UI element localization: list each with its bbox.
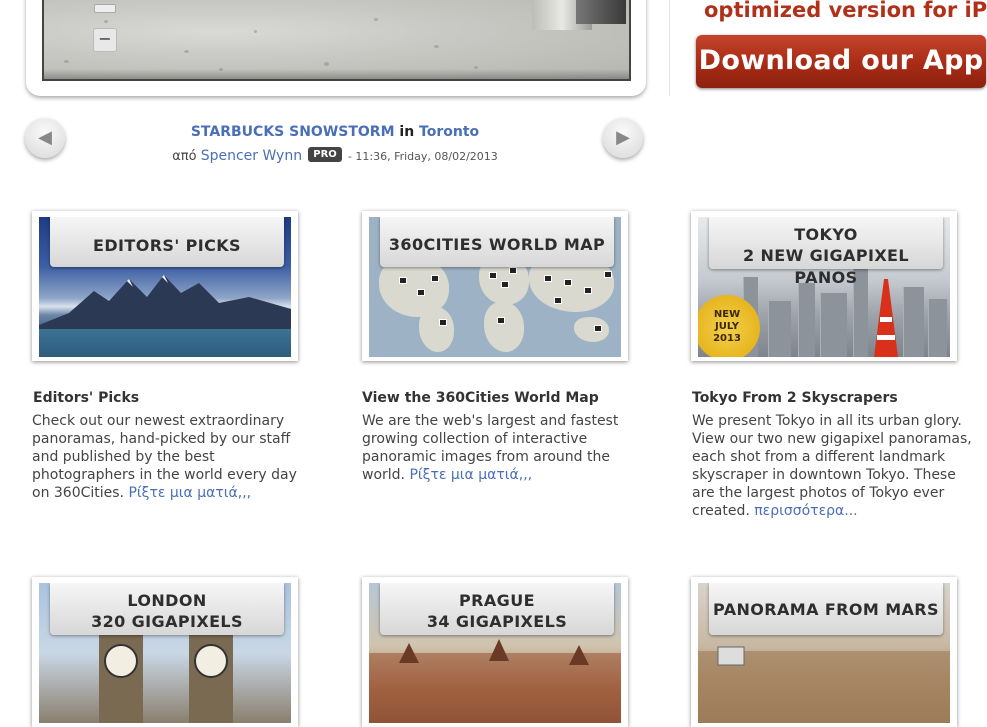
mars-image: PANORAMA FROM MARS [698,583,950,723]
editors-picks-tile[interactable]: EDITORS' PICKS [32,211,298,361]
previous-panorama-button[interactable]: ◀ [25,118,65,158]
next-panorama-button[interactable]: ▶ [603,118,643,158]
tile-banner: PANORAMA FROM MARS [709,583,943,635]
panorama-title-link[interactable]: STARBUCKS SNOWSTORM [191,124,395,140]
zoom-out-button[interactable]: − [93,28,117,52]
panorama-author-line: από Spencer Wynn PRO - 11:36, Friday, 08… [120,147,550,164]
world-map-description: We are the web's largest and fastest gro… [362,413,619,483]
prague-tile[interactable]: PRAGUE 34 GIGAPIXELS [362,577,628,727]
world-map-more-link[interactable]: Ρίξτε μια ματιά,,, [409,467,532,483]
tile-banner: TOKYO 2 NEW GIGAPIXEL PANOS [709,217,943,287]
tokyo-tile[interactable]: TOKYO 2 NEW GIGAPIXEL PANOS NEW JULY 201… [691,211,957,361]
tile-banner: EDITORS' PICKS [50,217,284,267]
prague-image: PRAGUE 34 GIGAPIXELS [369,583,621,723]
column-divider [669,0,670,96]
london-image: LONDON 320 GIGAPIXELS [39,583,291,723]
world-map-heading[interactable]: View the 360Cities World Map [362,390,599,406]
new-july-2013-seal: NEW JULY 2013 [698,295,760,357]
mars-tile[interactable]: PANORAMA FROM MARS [691,577,957,727]
editors-picks-more-link[interactable]: Ρίξτε μια ματιά,,, [128,485,251,501]
panorama-timestamp: - 11:36, Friday, 08/02/2013 [347,150,498,163]
tokyo-more-link[interactable]: περισσότερα... [754,503,857,519]
pro-badge: PRO [308,147,342,162]
panorama-viewer[interactable] [42,0,631,81]
world-map-image: 360CITIES WORLD MAP [369,217,621,357]
zoom-slider-handle[interactable] [94,4,116,13]
london-tile[interactable]: LONDON 320 GIGAPIXELS [32,577,298,727]
author-link[interactable]: Spencer Wynn [201,148,302,164]
in-word: in [399,124,415,140]
editors-picks-description: Check out our newest extraordinary panor… [32,413,297,501]
editors-picks-heading[interactable]: Editors' Picks [33,390,139,406]
world-map-tile[interactable]: 360CITIES WORLD MAP [362,211,628,361]
download-app-button[interactable]: Download our App [696,35,986,88]
arrow-right-icon: ▶ [616,127,630,148]
panorama-title-line: STARBUCKS SNOWSTORM in Toronto [120,124,550,140]
ipad-promo-tagline: optimized version for iPad [704,0,987,22]
tile-banner: LONDON 320 GIGAPIXELS [50,583,284,635]
tile-banner: PRAGUE 34 GIGAPIXELS [380,583,614,635]
tokyo-image: TOKYO 2 NEW GIGAPIXEL PANOS NEW JULY 201… [698,217,950,357]
tokyo-description: We present Tokyo in all its urban glory.… [692,413,972,519]
location-link[interactable]: Toronto [419,124,479,140]
by-word: από [172,149,197,164]
editors-picks-image: EDITORS' PICKS [39,217,291,357]
tokyo-heading[interactable]: Tokyo From 2 Skyscrapers [692,390,898,406]
tile-banner: 360CITIES WORLD MAP [380,217,614,267]
arrow-left-icon: ◀ [38,127,52,148]
